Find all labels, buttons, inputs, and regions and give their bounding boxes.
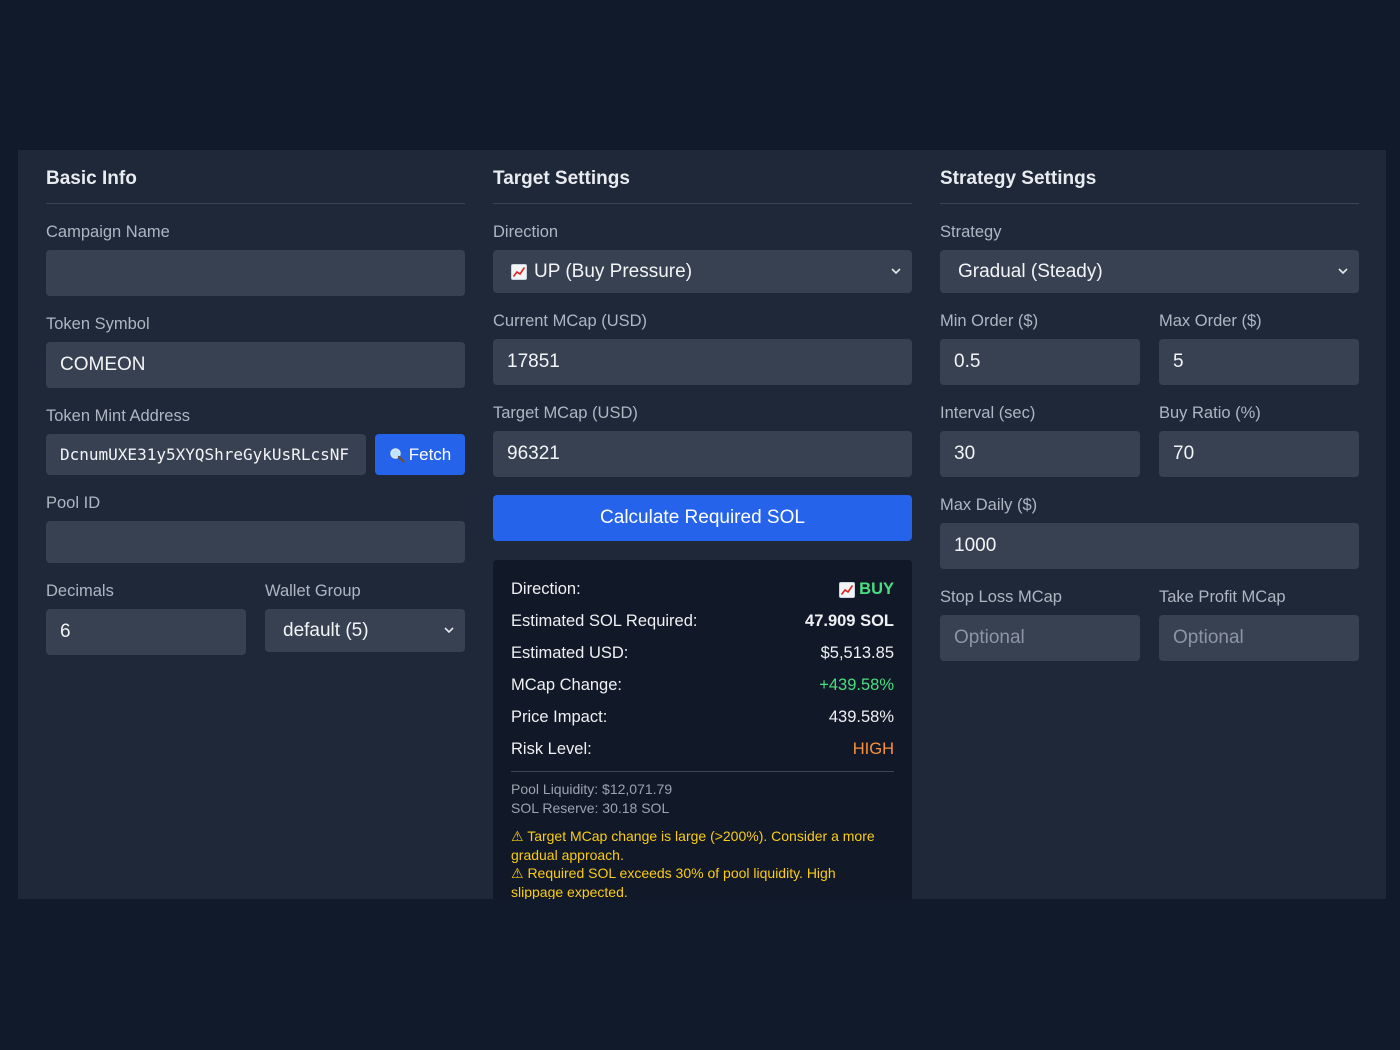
result-direction-text: BUY (859, 580, 894, 598)
stop-loss-label: Stop Loss MCap (940, 588, 1062, 606)
strategy-select[interactable]: Gradual (Steady) (940, 250, 1359, 293)
direction-label: Direction (493, 223, 559, 241)
decimals-label: Decimals (46, 582, 114, 600)
result-est-usd-label: Estimated USD: (511, 644, 629, 662)
result-risk-level-row: Risk Level: HIGH (511, 740, 894, 762)
pool-id-input[interactable] (46, 521, 465, 563)
take-profit-input[interactable] (1159, 615, 1359, 661)
sol-reserve-text: SOL Reserve: 30.18 SOL (511, 800, 670, 816)
magnifier-icon (389, 447, 405, 463)
chart-up-icon (839, 581, 856, 598)
result-price-impact-row: Price Impact: 439.58% (511, 708, 894, 730)
result-mcap-change-value: +439.58% (819, 676, 894, 694)
interval-label: Interval (sec) (940, 404, 1036, 422)
fetch-button[interactable]: Fetch (375, 434, 465, 475)
result-mcap-change-row: MCap Change: +439.58% (511, 676, 894, 698)
max-order-label: Max Order ($) (1159, 312, 1262, 330)
buy-ratio-input[interactable] (1159, 431, 1359, 477)
result-est-sol-label: Estimated SOL Required: (511, 612, 698, 630)
chevron-down-icon (1338, 267, 1348, 274)
token-mint-input[interactable] (46, 434, 366, 475)
result-risk-level-value: HIGH (852, 740, 894, 758)
chevron-down-icon (891, 267, 901, 274)
result-direction-row: Direction: BUY (511, 580, 894, 602)
section-divider (940, 203, 1359, 204)
max-daily-label: Max Daily ($) (940, 496, 1038, 514)
min-order-label: Min Order ($) (940, 312, 1039, 330)
strategy-settings-title: Strategy Settings (940, 168, 1097, 189)
campaign-form-panel: Basic Info Campaign Name Token Symbol To… (18, 150, 1386, 899)
result-direction-value: BUY (839, 580, 894, 599)
token-symbol-input[interactable] (46, 342, 465, 388)
token-mint-label: Token Mint Address (46, 407, 190, 425)
wallet-group-value: default (5) (283, 619, 369, 641)
direction-select[interactable]: UP (Buy Pressure) (493, 250, 912, 293)
result-est-sol-row: Estimated SOL Required: 47.909 SOL (511, 612, 894, 634)
campaign-name-input[interactable] (46, 250, 465, 296)
result-est-usd-row: Estimated USD: $5,513.85 (511, 644, 894, 666)
results-divider (511, 771, 894, 772)
result-mcap-change-label: MCap Change: (511, 676, 622, 694)
pool-liquidity-text: Pool Liquidity: $12,071.79 (511, 781, 673, 797)
interval-input[interactable] (940, 431, 1140, 477)
campaign-name-label: Campaign Name (46, 223, 170, 241)
result-risk-level-label: Risk Level: (511, 740, 592, 758)
result-est-sol-value: 47.909 SOL (805, 612, 894, 630)
strategy-value: Gradual (Steady) (958, 260, 1103, 282)
warning-slippage: ⚠ Required SOL exceeds 30% of pool liqui… (511, 865, 836, 899)
max-daily-input[interactable] (940, 523, 1359, 569)
chart-up-icon (511, 263, 527, 280)
take-profit-label: Take Profit MCap (1159, 588, 1286, 606)
result-est-usd-value: $5,513.85 (820, 644, 894, 662)
token-symbol-label: Token Symbol (46, 315, 150, 333)
strategy-label: Strategy (940, 223, 1002, 241)
result-price-impact-value: 439.58% (828, 708, 894, 726)
target-settings-title: Target Settings (493, 168, 630, 189)
basic-info-title: Basic Info (46, 168, 137, 189)
max-order-input[interactable] (1159, 339, 1359, 385)
target-mcap-label: Target MCap (USD) (493, 404, 638, 422)
wallet-group-label: Wallet Group (265, 582, 361, 600)
chevron-down-icon (444, 626, 454, 633)
calculation-results: Direction: BUY Estimated SOL Required: 4… (493, 560, 912, 899)
stop-loss-input[interactable] (940, 615, 1140, 661)
decimals-input[interactable] (46, 609, 246, 655)
calculate-sol-button[interactable]: Calculate Required SOL (493, 495, 912, 541)
current-mcap-label: Current MCap (USD) (493, 312, 648, 330)
result-price-impact-label: Price Impact: (511, 708, 608, 726)
warning-mcap-change: ⚠ Target MCap change is large (>200%). C… (511, 828, 875, 863)
fetch-button-label: Fetch (408, 444, 452, 464)
current-mcap-input[interactable] (493, 339, 912, 385)
direction-value: UP (Buy Pressure) (534, 260, 693, 282)
pool-id-label: Pool ID (46, 494, 101, 512)
section-divider (493, 203, 912, 204)
section-divider (46, 203, 465, 204)
target-mcap-input[interactable] (493, 431, 912, 477)
result-direction-label: Direction: (511, 580, 581, 598)
wallet-group-select[interactable]: default (5) (265, 609, 465, 652)
buy-ratio-label: Buy Ratio (%) (1159, 404, 1261, 422)
min-order-input[interactable] (940, 339, 1140, 385)
